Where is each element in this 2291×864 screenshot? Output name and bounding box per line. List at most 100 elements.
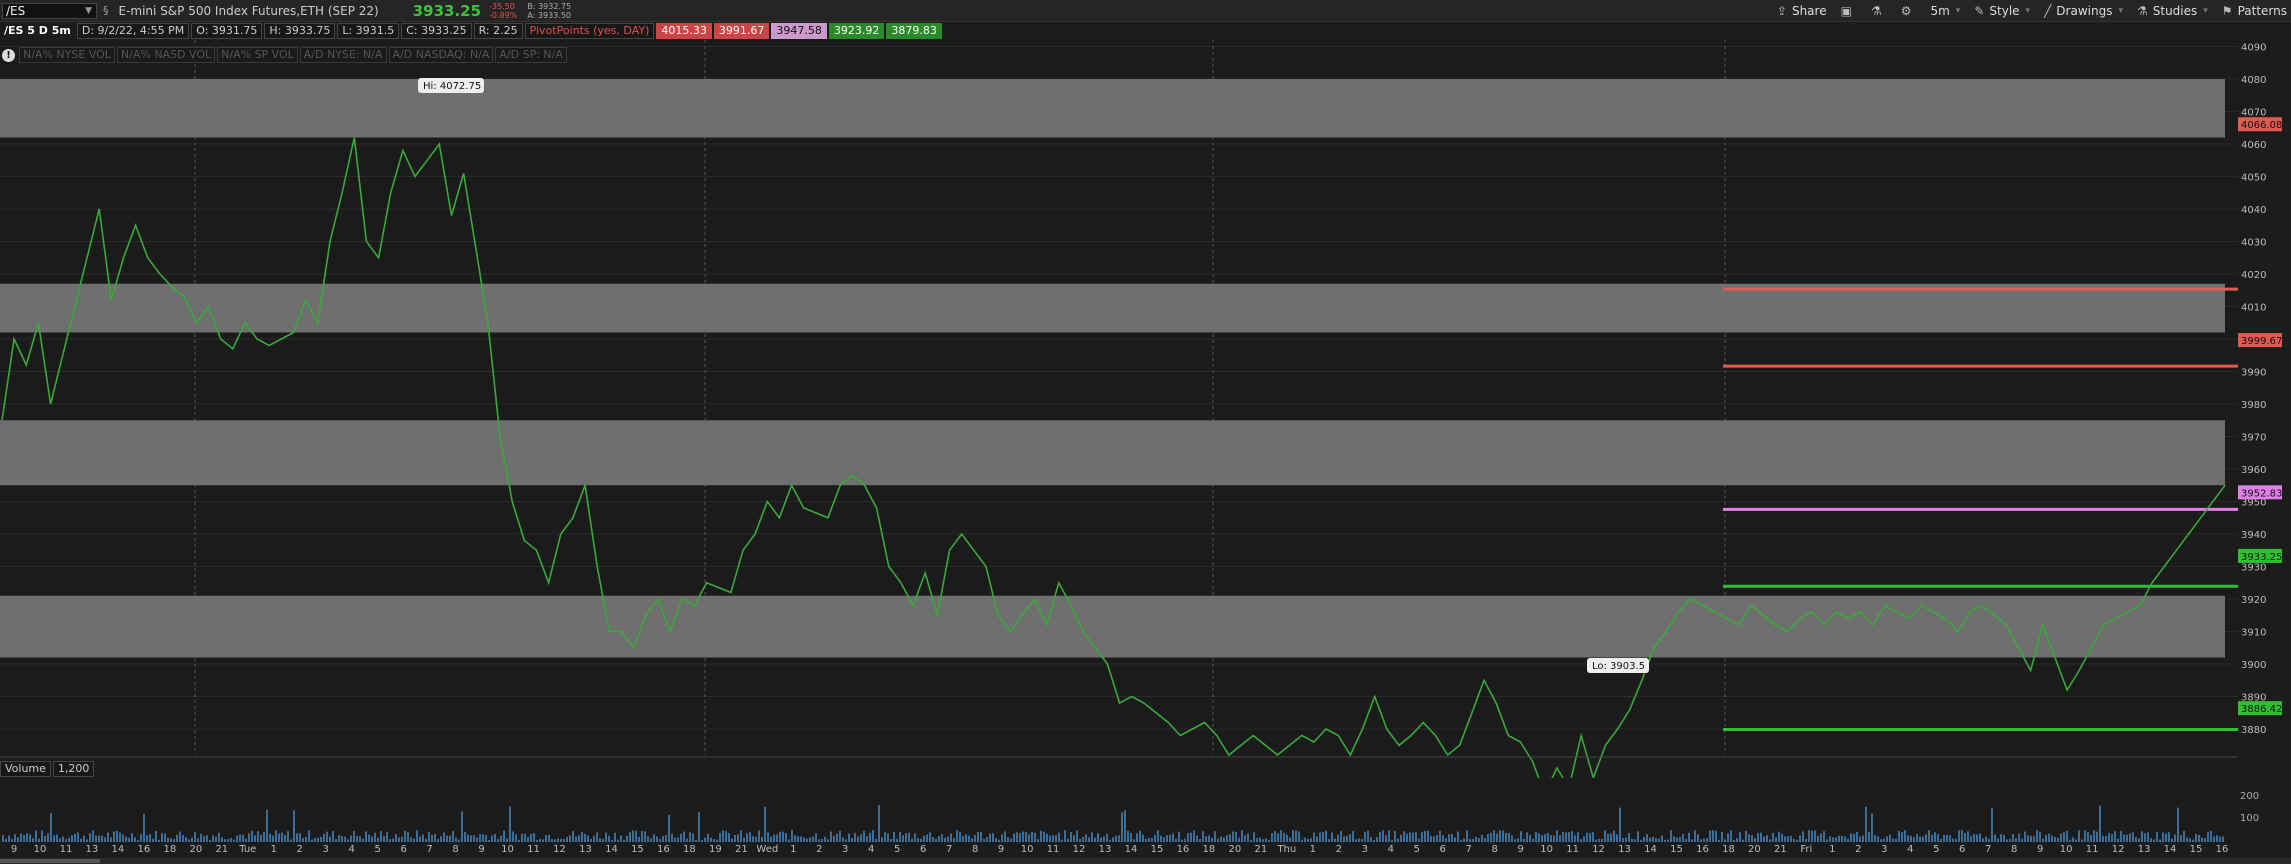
- volume-bar: [1610, 833, 1612, 842]
- volume-bar: [653, 834, 655, 842]
- volume-bar: [1913, 837, 1915, 842]
- time-tick-label: 14: [1644, 844, 1657, 855]
- volume-bar: [2018, 833, 2020, 842]
- volume-bar: [905, 833, 907, 842]
- volume-bar: [1742, 839, 1744, 842]
- volume-bar: [602, 838, 604, 842]
- volume-bar: [1367, 830, 1369, 842]
- volume-bar: [332, 831, 334, 842]
- volume-bar: [1448, 834, 1450, 842]
- price-chart[interactable]: 4090408040704060405040404030402040104000…: [0, 0, 2291, 864]
- volume-bar: [1052, 835, 1054, 842]
- volume-bar: [734, 834, 736, 842]
- volume-bar: [1475, 836, 1477, 842]
- time-tick-label: 9: [998, 844, 1004, 855]
- volume-bar: [839, 830, 841, 842]
- volume-bar: [1631, 838, 1633, 842]
- volume-bar: [1571, 831, 1573, 842]
- volume-bar: [1943, 834, 1945, 842]
- time-tick-label: 9: [1517, 844, 1523, 855]
- volume-bar: [1271, 833, 1273, 842]
- alert-icon[interactable]: !: [2, 48, 15, 62]
- volume-bar: [806, 838, 808, 842]
- volume-bar: [2171, 838, 2173, 842]
- volume-bar: [1823, 831, 1825, 842]
- volume-bar: [1313, 832, 1315, 842]
- volume-bar: [239, 834, 241, 842]
- time-tick-label: 18: [683, 844, 696, 855]
- volume-bar: [842, 837, 844, 842]
- volume-bar: [1886, 836, 1888, 842]
- volume-bar: [1034, 832, 1036, 842]
- time-tick-label: 10: [1540, 844, 1553, 855]
- volume-bar: [1319, 832, 1321, 842]
- volume-bar: [626, 835, 628, 842]
- volume-bar: [1847, 838, 1849, 842]
- volume-bar: [812, 836, 814, 842]
- volume-bar: [527, 837, 529, 842]
- volume-bar: [944, 837, 946, 842]
- volume-bar: [2114, 831, 2116, 842]
- volume-bar: [1553, 835, 1555, 842]
- volume-bar: [749, 832, 751, 842]
- volume-bar: [1334, 838, 1336, 842]
- volume-bar: [1787, 836, 1789, 842]
- volume-bar: [1202, 831, 1204, 842]
- volume-bar: [140, 834, 142, 842]
- volume-bar: [617, 839, 619, 842]
- volume-bar: [1661, 835, 1663, 842]
- volume-bar: [614, 832, 616, 842]
- volume-bar: [1253, 832, 1255, 842]
- volume-bar: [923, 835, 925, 842]
- volume-bar: [1337, 834, 1339, 842]
- volume-bar: [107, 832, 109, 842]
- volume-bar: [2198, 835, 2200, 842]
- volume-bar: [971, 838, 973, 842]
- volume-bar: [521, 833, 523, 842]
- study-ad-nasdaq: A/D NASDAQ: N/A: [388, 47, 494, 63]
- time-tick-label: 9: [478, 844, 484, 855]
- volume-bar: [899, 831, 901, 842]
- volume-bar: [2021, 838, 2023, 842]
- volume-bar: [1625, 837, 1627, 842]
- volume-bar: [830, 831, 832, 842]
- volume-bar: [1382, 830, 1384, 842]
- volume-bar: [1301, 839, 1303, 842]
- volume-bar: [1709, 830, 1711, 842]
- volume-bar: [1727, 833, 1729, 842]
- volume-bar: [368, 834, 370, 842]
- time-tick-label: 12: [2112, 844, 2125, 855]
- volume-bar: [2141, 831, 2143, 842]
- volume-bar: [410, 837, 412, 842]
- volume-bar: [1877, 836, 1879, 842]
- volume-bar: [965, 834, 967, 842]
- volume-bar: [917, 837, 919, 842]
- volume-bar: [1799, 835, 1801, 842]
- volume-bar: [1961, 830, 1963, 842]
- volume-bar: [848, 833, 850, 842]
- volume-bar: [983, 839, 985, 842]
- volume-bar: [1790, 835, 1792, 842]
- time-tick-label: 1: [1310, 844, 1316, 855]
- volume-bar: [692, 833, 694, 842]
- volume-bar: [1607, 833, 1609, 842]
- price-tick-label: 4040: [2241, 205, 2266, 216]
- time-tick-label: 12: [1073, 844, 1086, 855]
- volume-bar: [473, 835, 475, 842]
- volume-bar: [881, 837, 883, 842]
- time-tick-label: 8: [452, 844, 458, 855]
- volume-bar: [680, 833, 682, 842]
- volume-bar: [1919, 836, 1921, 842]
- horizontal-scrollbar[interactable]: [0, 858, 2291, 864]
- volume-bar: [1724, 839, 1726, 842]
- volume-bar: [1535, 832, 1537, 842]
- volume-bar: [608, 836, 610, 842]
- scrollbar-thumb[interactable]: [0, 859, 100, 863]
- volume-bar: [1595, 839, 1597, 842]
- volume-bar: [1172, 833, 1174, 842]
- volume-bar: [1205, 836, 1207, 842]
- price-tick-label: 3960: [2241, 465, 2266, 476]
- volume-bar: [179, 831, 181, 842]
- volume-bar: [1079, 839, 1081, 842]
- volume-bar: [1685, 838, 1687, 842]
